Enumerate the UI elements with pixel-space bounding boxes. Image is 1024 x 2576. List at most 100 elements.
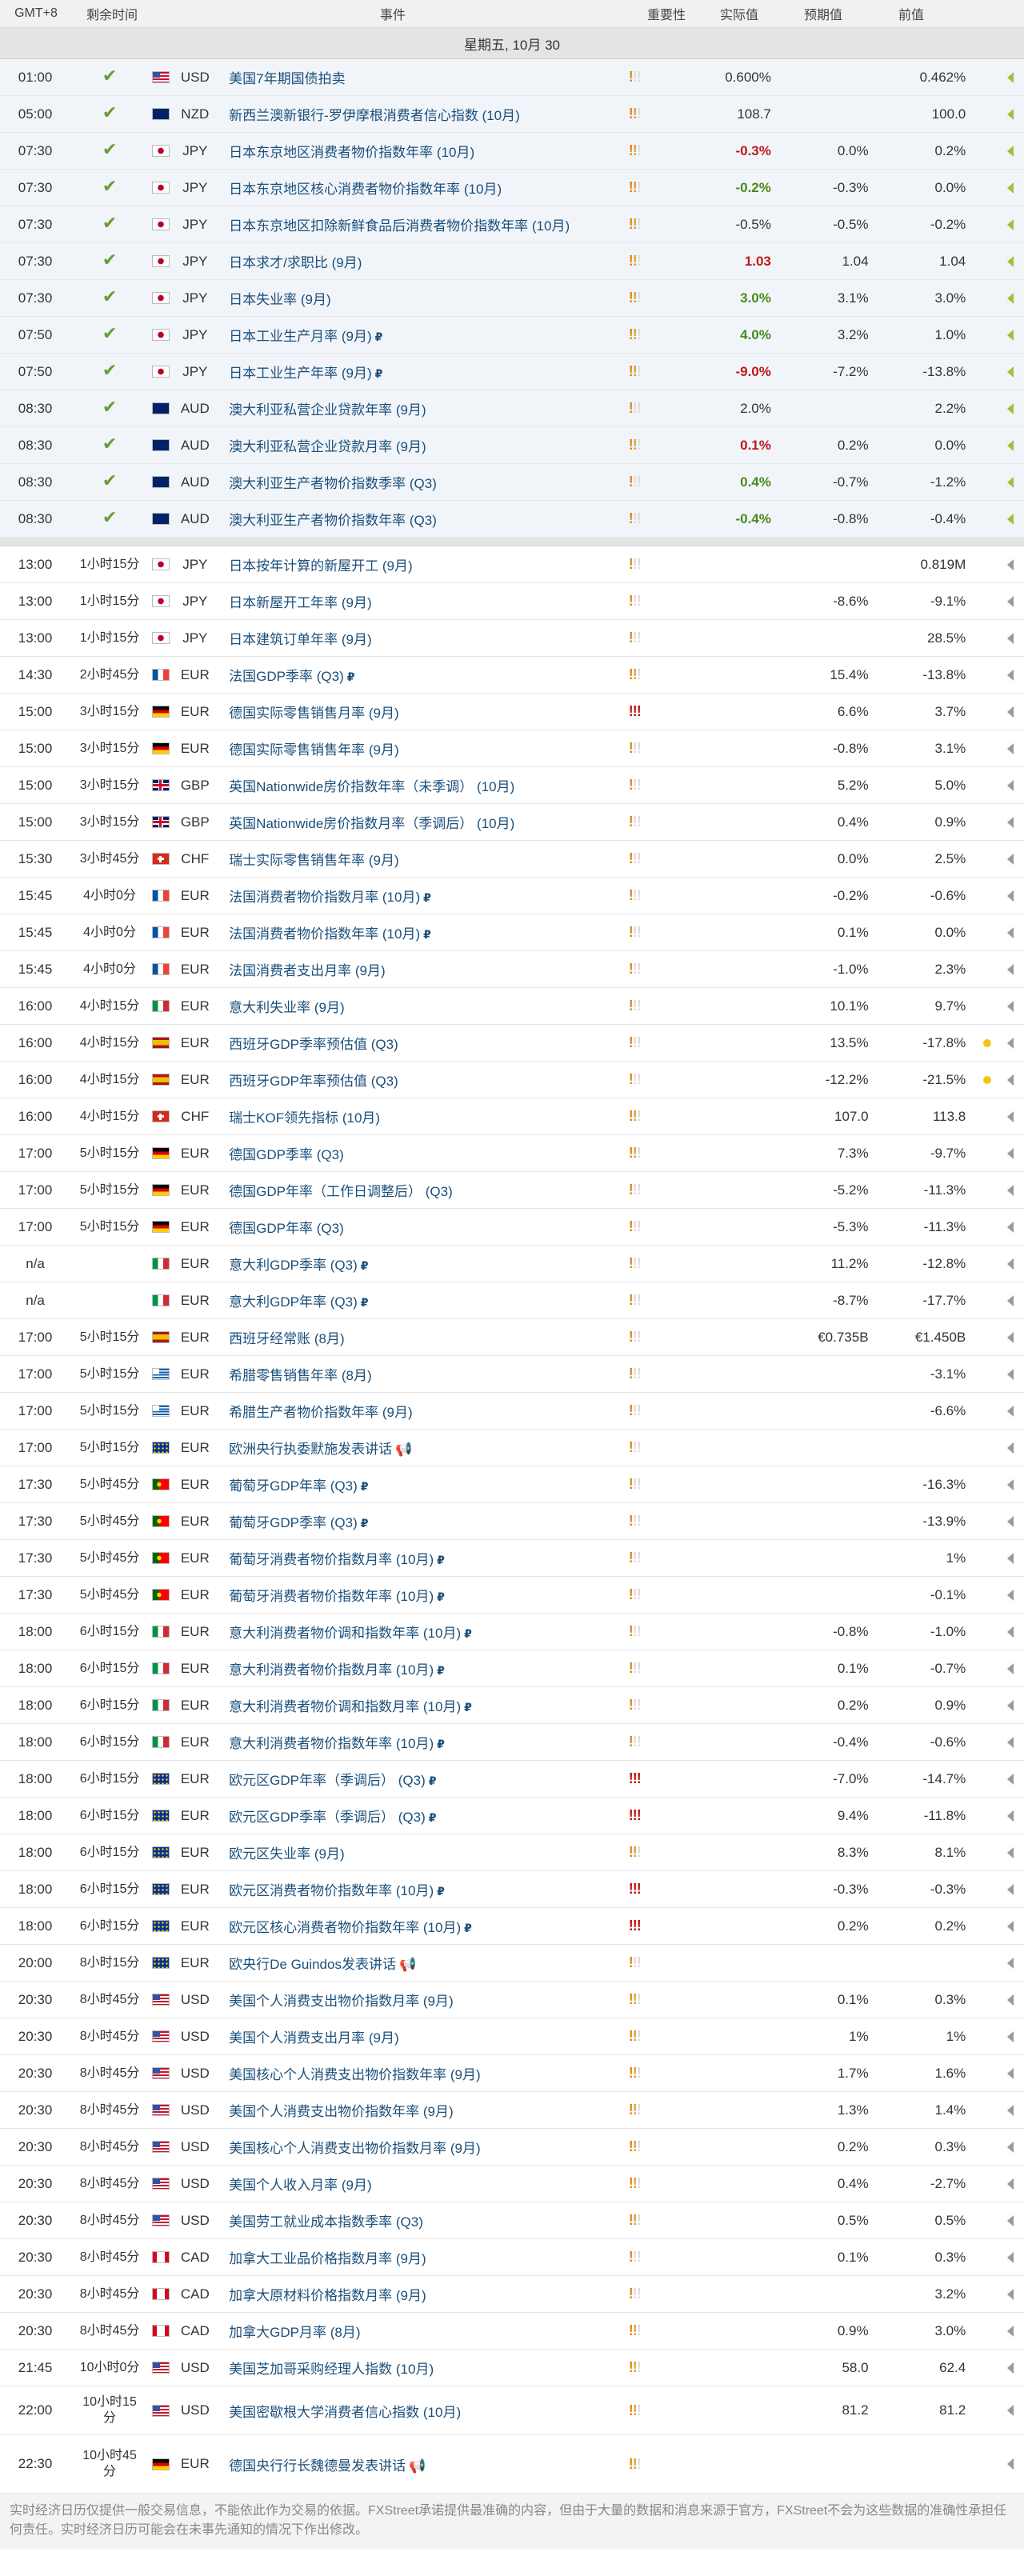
expand-arrow-icon[interactable] [1007,2141,1014,2153]
event-link[interactable]: 意大利消费者物价调和指数年率 (10月) [229,1626,461,1641]
table-row[interactable]: 05:00 ✔ NZD 新西兰澳新银行-罗伊摩根消费者信心指数 (10月)!!! 108… [0,96,1024,133]
event-name-cell[interactable]: 法国消费者支出月率 (9月) [218,959,621,979]
event-name-cell[interactable]: 加拿大GDP月率 (8月) [218,2321,621,2341]
table-row[interactable]: 20:30 8小时45分 USD 美国个人消费支出物价指数月率 (9月)!!! 0.1%… [0,1982,1024,2018]
event-link[interactable]: 澳大利亚私营企业贷款年率 (9月) [229,402,426,418]
event-name-cell[interactable]: 法国GDP季率 (Q3) ₽ [218,665,621,685]
expand-cell[interactable] [998,1736,1024,1748]
expand-cell[interactable] [998,402,1024,414]
table-row[interactable]: 16:00 4小时15分 EUR 西班牙GDP季率预估值 (Q3)!!! 13.5% -1… [0,1025,1024,1062]
expand-arrow-icon[interactable] [1007,2251,1014,2263]
expand-arrow-icon[interactable] [1007,1184,1014,1196]
event-name-cell[interactable]: 德国实际零售销售年率 (9月) [218,738,621,758]
expand-cell[interactable] [998,1957,1024,1969]
event-name-cell[interactable]: 欧洲央行执委默施发表讲话 📢 [218,1438,621,1458]
event-name-cell[interactable]: 欧元区GDP年率（季调后） (Q3) ₽ [218,1769,621,1789]
event-name-cell[interactable]: 日本按年计算的新屋开工 (9月) [218,554,621,574]
table-row[interactable]: 07:50 ✔ JPY 日本工业生产月率 (9月) ₽!!! 4.0% 3.2% 1.0% [0,317,1024,354]
table-row[interactable]: 20:30 8小时45分 USD 美国个人消费支出物价指数年率 (9月)!!! 1.3%… [0,2092,1024,2129]
expand-cell[interactable] [998,182,1024,194]
table-row[interactable]: 20:30 8小时45分 USD 美国劳工就业成本指数季率 (Q3)!!! 0.5% 0.… [0,2202,1024,2239]
expand-cell[interactable] [998,1000,1024,1012]
event-link[interactable]: 意大利消费者物价调和指数月率 (10月) [229,1699,461,1714]
event-link[interactable]: 德国GDP年率 (Q3) [229,1221,344,1236]
expand-cell[interactable] [998,1773,1024,1785]
expand-arrow-icon[interactable] [1007,71,1014,83]
expand-cell[interactable] [998,2325,1024,2337]
expand-cell[interactable] [998,366,1024,378]
event-link[interactable]: 美国芝加哥采购经理人指数 (10月) [229,2362,434,2377]
table-row[interactable]: 17:30 5小时45分 EUR 葡萄牙GDP季率 (Q3) ₽!!! -13.9% [0,1503,1024,1540]
table-row[interactable]: 15:00 3小时15分 EUR 德国实际零售销售月率 (9月)!!! 6.6% 3.7% [0,694,1024,730]
event-name-cell[interactable]: 美国芝加哥采购经理人指数 (10月) [218,2358,621,2378]
expand-cell[interactable] [998,2458,1024,2470]
expand-cell[interactable] [998,1552,1024,1564]
expand-cell[interactable] [998,1331,1024,1343]
event-name-cell[interactable]: 日本东京地区扣除新鲜食品后消费者物价指数年率 (10月) [218,214,621,234]
event-link[interactable]: 欧元区失业率 (9月) [229,1846,345,1862]
table-row[interactable]: 20:30 8小时45分 USD 美国核心个人消费支出物价指数年率 (9月)!!! 1.… [0,2055,1024,2092]
table-row[interactable]: 17:00 5小时15分 EUR 德国GDP季率 (Q3)!!! 7.3% -9.7% [0,1135,1024,1172]
event-name-cell[interactable]: 意大利消费者物价指数月率 (10月) ₽ [218,1658,621,1678]
expand-cell[interactable] [998,1442,1024,1454]
expand-arrow-icon[interactable] [1007,2288,1014,2300]
table-row[interactable]: 17:30 5小时45分 EUR 葡萄牙消费者物价指数年率 (10月) ₽!!! -0.1… [0,1577,1024,1614]
event-link[interactable]: 葡萄牙GDP年率 (Q3) [229,1478,358,1494]
expand-arrow-icon[interactable] [1007,1221,1014,1233]
table-row[interactable]: n/a EUR 意大利GDP季率 (Q3) ₽!!! 11.2% -12.8% [0,1246,1024,1282]
expand-arrow-icon[interactable] [1007,108,1014,120]
event-link[interactable]: 英国Nationwide房价指数年率（未季调） (10月) [229,779,514,794]
event-name-cell[interactable]: 西班牙经常账 (8月) [218,1327,621,1347]
table-row[interactable]: 13:00 1小时15分 JPY 日本建筑订单年率 (9月)!!! 28.5% [0,620,1024,657]
expand-cell[interactable] [998,2178,1024,2190]
event-link[interactable]: 日本工业生产年率 (9月) [229,366,372,381]
expand-cell[interactable] [998,1699,1024,1711]
expand-cell[interactable] [998,218,1024,230]
event-link[interactable]: 欧元区核心消费者物价指数年率 (10月) [229,1920,461,1935]
event-link[interactable]: 意大利消费者物价指数年率 (10月) [229,1736,434,1751]
event-link[interactable]: 西班牙GDP年率预估值 (Q3) [229,1074,398,1089]
event-link[interactable]: 澳大利亚私营企业贷款月率 (9月) [229,439,426,454]
expand-cell[interactable] [998,1147,1024,1159]
expand-arrow-icon[interactable] [1007,1405,1014,1417]
event-name-cell[interactable]: 欧元区消费者物价指数年率 (10月) ₽ [218,1879,621,1899]
expand-arrow-icon[interactable] [1007,1957,1014,1969]
table-row[interactable]: 18:00 6小时15分 EUR 意大利消费者物价调和指数年率 (10月) ₽!!! -0… [0,1614,1024,1650]
expand-cell[interactable] [998,108,1024,120]
expand-arrow-icon[interactable] [1007,513,1014,525]
event-link[interactable]: 日本建筑订单年率 (9月) [229,632,372,647]
expand-arrow-icon[interactable] [1007,2325,1014,2337]
table-row[interactable]: 17:00 5小时15分 EUR 西班牙经常账 (8月)!!! €0.735B €1.45… [0,1319,1024,1356]
table-row[interactable]: 15:00 3小时15分 GBP 英国Nationwide房价指数年率（未季调） (1… [0,767,1024,804]
event-name-cell[interactable]: 意大利GDP季率 (Q3) ₽ [218,1254,621,1274]
expand-cell[interactable] [998,595,1024,607]
event-name-cell[interactable]: 德国GDP季率 (Q3) [218,1143,621,1163]
event-link[interactable]: 美国核心个人消费支出物价指数年率 (9月) [229,2067,481,2082]
event-link[interactable]: 日本工业生产月率 (9月) [229,329,372,344]
event-link[interactable]: 德国实际零售销售月率 (9月) [229,706,399,721]
event-link[interactable]: 法国消费者物价指数年率 (10月) [229,926,420,942]
event-link[interactable]: 欧元区GDP年率（季调后） (Q3) [229,1773,426,1788]
table-row[interactable]: 20:30 8小时45分 USD 美国个人收入月率 (9月)!!! 0.4% -2.7% [0,2166,1024,2202]
event-link[interactable]: 日本东京地区核心消费者物价指数年率 (10月) [229,182,502,197]
table-row[interactable]: 07:50 ✔ JPY 日本工业生产年率 (9月) ₽!!! -9.0% -7.2% -13.… [0,354,1024,390]
event-name-cell[interactable]: 瑞士实际零售销售年率 (9月) [218,849,621,869]
table-row[interactable]: 13:00 1小时15分 JPY 日本新屋开工年率 (9月)!!! -8.6% -9.1% [0,583,1024,620]
event-name-cell[interactable]: 葡萄牙GDP年率 (Q3) ₽ [218,1474,621,1494]
event-link[interactable]: 德国央行行长魏德曼发表讲话 [229,2458,406,2474]
expand-arrow-icon[interactable] [1007,329,1014,341]
expand-arrow-icon[interactable] [1007,1331,1014,1343]
event-name-cell[interactable]: 英国Nationwide房价指数月率（季调后） (10月) [218,812,621,832]
expand-arrow-icon[interactable] [1007,1773,1014,1785]
expand-arrow-icon[interactable] [1007,669,1014,681]
event-name-cell[interactable]: 日本东京地区消费者物价指数年率 (10月) [218,141,621,161]
table-row[interactable]: 14:30 2小时45分 EUR 法国GDP季率 (Q3) ₽!!! 15.4% -13.8… [0,657,1024,694]
event-name-cell[interactable]: 德国GDP年率 (Q3) [218,1217,621,1237]
expand-arrow-icon[interactable] [1007,1552,1014,1564]
event-link[interactable]: 德国GDP年率（工作日调整后） (Q3) [229,1184,453,1199]
expand-cell[interactable] [998,1221,1024,1233]
table-row[interactable]: 18:00 6小时15分 EUR 欧元区消费者物价指数年率 (10月) ₽!!! -0.3… [0,1871,1024,1908]
table-row[interactable]: 13:00 1小时15分 JPY 日本按年计算的新屋开工 (9月)!!! 0.819M [0,546,1024,583]
table-row[interactable]: 18:00 6小时15分 EUR 欧元区核心消费者物价指数年率 (10月) ₽!!! 0.… [0,1908,1024,1945]
expand-arrow-icon[interactable] [1007,1589,1014,1601]
